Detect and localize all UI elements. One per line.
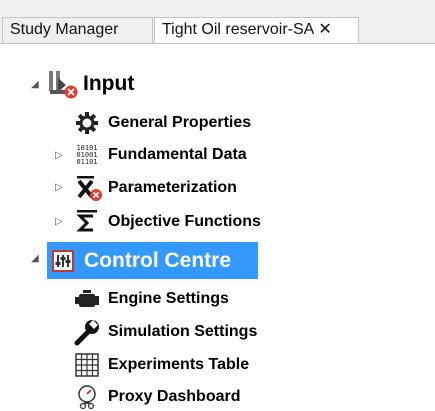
tree-node-input[interactable]: Input: [47, 68, 134, 100]
tree-item-label: Objective Functions: [108, 213, 261, 230]
expanded-arrow-icon[interactable]: ◢: [31, 253, 39, 264]
study-tree-panel: ◢ Input General Properties ▷ 10101 01001…: [0, 43, 435, 411]
wrench-icon: [74, 318, 100, 346]
tree-item-label: Fundamental Data: [108, 146, 247, 163]
tree-item-fundamental-data[interactable]: 10101 01001 01101 Fundamental Data: [74, 142, 247, 168]
engine-icon: [74, 286, 100, 312]
collapsed-arrow-icon[interactable]: ▷: [55, 150, 63, 161]
close-icon[interactable]: ✕: [318, 21, 331, 38]
tree-item-label: Simulation Settings: [108, 323, 258, 340]
input-icon: [47, 68, 81, 100]
tree-item-proxy-dashboard[interactable]: Proxy Dashboard: [74, 384, 240, 410]
grid-table-icon: [74, 352, 100, 378]
variable-x-icon: [74, 174, 104, 202]
tree-item-experiments-table[interactable]: Experiments Table: [74, 352, 249, 378]
tree-node-label: Control Centre: [84, 248, 231, 272]
tab-label: Study Manager: [10, 21, 119, 38]
tree-item-general-properties[interactable]: General Properties: [74, 110, 251, 136]
expanded-arrow-icon[interactable]: ◢: [31, 79, 39, 90]
tree-item-label: Engine Settings: [108, 290, 229, 307]
sigma-icon: [74, 208, 100, 236]
tree-item-simulation-settings[interactable]: Simulation Settings: [74, 318, 257, 346]
tree-item-objective-functions[interactable]: Objective Functions: [74, 208, 261, 236]
tab-study-manager[interactable]: Study Manager: [2, 17, 153, 43]
gear-icon: [74, 110, 100, 136]
tree-item-engine-settings[interactable]: Engine Settings: [74, 286, 229, 312]
tab-tight-oil-reservoir[interactable]: Tight Oil reservoir-SA ✕: [154, 17, 359, 44]
dashboard-icon: [74, 384, 100, 410]
tree-item-label: Proxy Dashboard: [108, 388, 241, 405]
tree-item-label: General Properties: [108, 114, 252, 131]
tree-item-parameterization[interactable]: Parameterization: [74, 174, 237, 202]
tree-item-label: Experiments Table: [108, 356, 250, 373]
tree-node-control-centre[interactable]: Control Centre: [52, 242, 231, 279]
tab-strip: Study Manager Tight Oil reservoir-SA ✕: [0, 0, 435, 44]
tree-node-label: Input: [83, 72, 135, 95]
collapsed-arrow-icon[interactable]: ▷: [55, 216, 63, 227]
tree-item-label: Parameterization: [108, 179, 237, 196]
control-panel-icon: [52, 249, 74, 272]
collapsed-arrow-icon[interactable]: ▷: [55, 182, 63, 193]
tab-label: Tight Oil reservoir-SA: [162, 21, 315, 38]
binary-data-icon: 10101 01001 01101: [76, 143, 98, 166]
